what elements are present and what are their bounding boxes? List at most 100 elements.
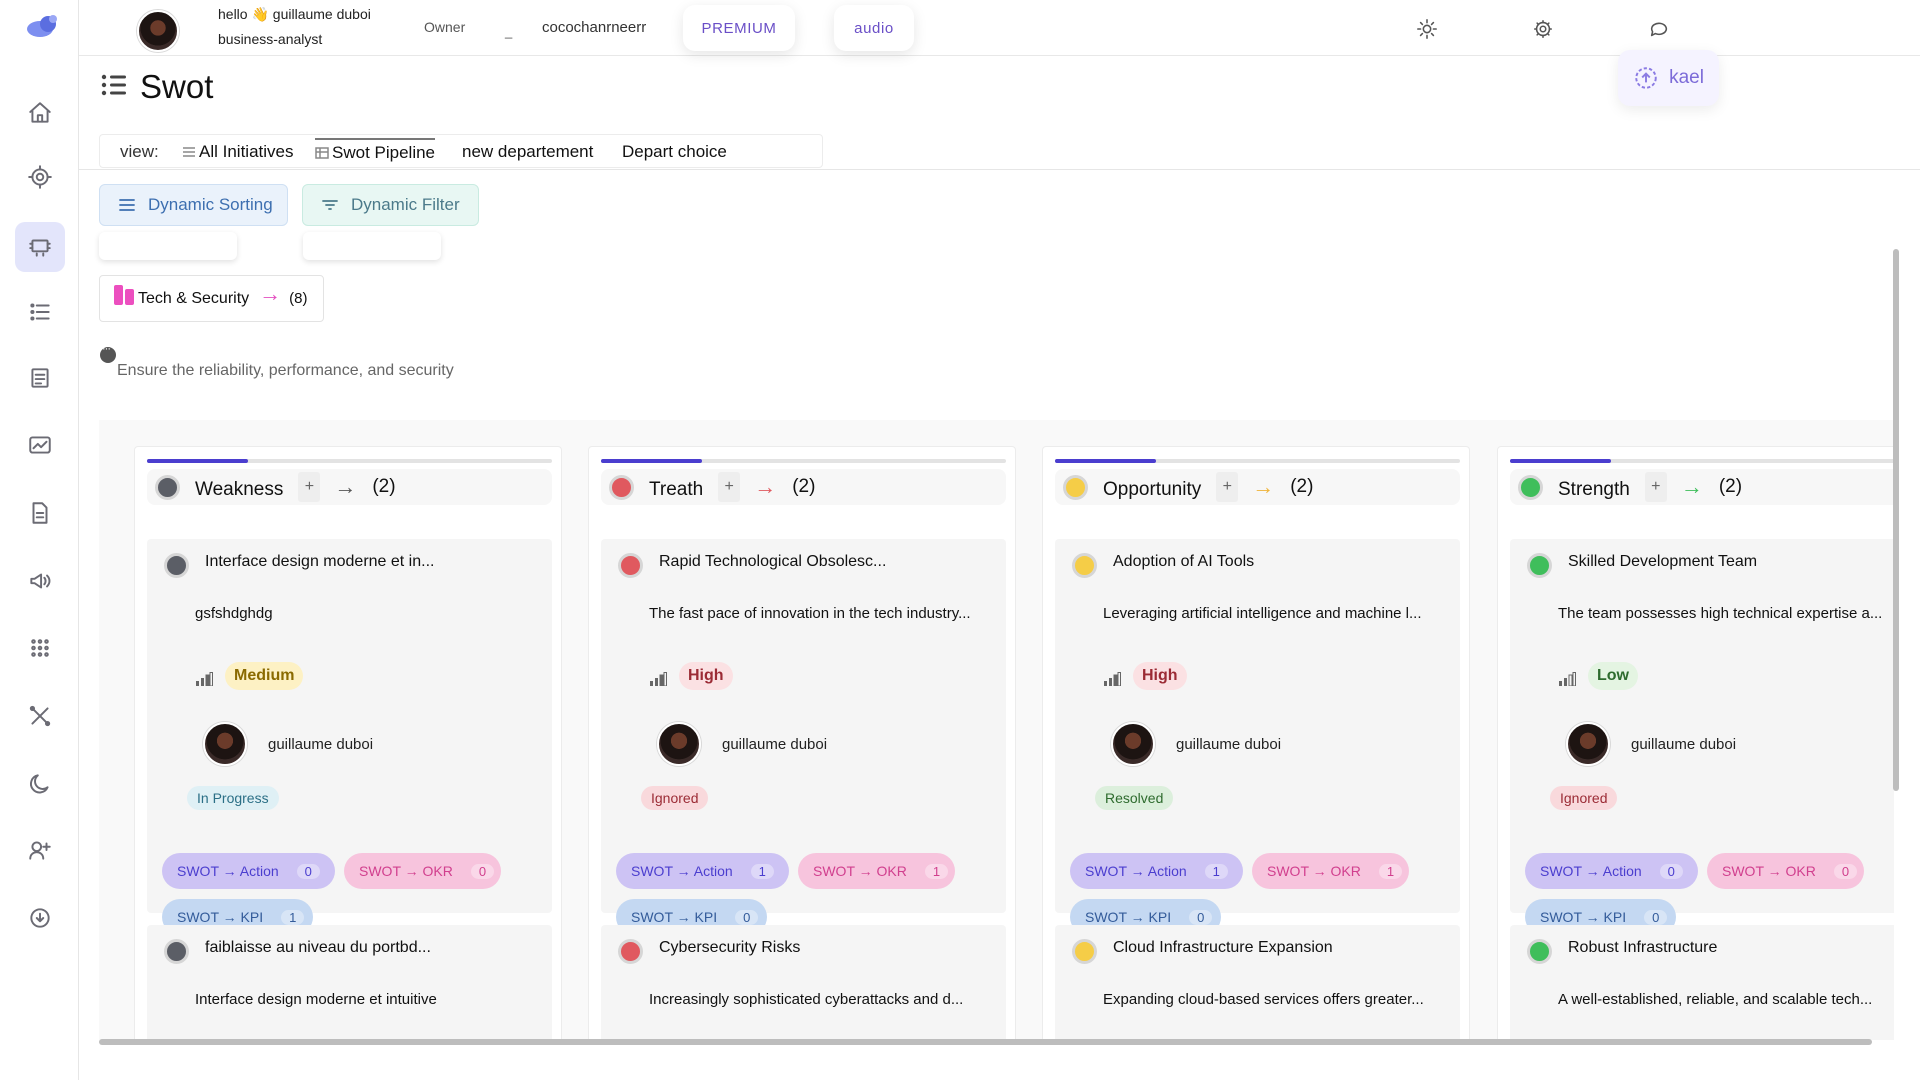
nav-list[interactable] [15, 287, 65, 337]
messages-button[interactable] [1648, 18, 1670, 40]
card-description: A well-established, reliable, and scalab… [1558, 991, 1873, 1008]
dynamic-sorting-button[interactable]: Dynamic Sorting [99, 184, 288, 226]
swot-link-okr[interactable]: SWOT → OKR 0 [344, 853, 501, 889]
theme-toggle[interactable] [1416, 18, 1438, 40]
arrow-right-icon[interactable]: → [1681, 474, 1703, 500]
owner-avatar [1111, 722, 1155, 766]
card-title: Skilled Development Team [1568, 553, 1758, 570]
link-label: SWOT → Action [631, 863, 733, 879]
dynamic-filter-button[interactable]: Dynamic Filter [302, 184, 479, 226]
view-new-departement[interactable]: new departement [462, 142, 593, 162]
arrow-right-icon[interactable]: → [1252, 474, 1274, 500]
swot-card[interactable]: Cloud Infrastructure Expansion Expanding … [1055, 925, 1460, 1040]
add-card-button[interactable]: + [1644, 472, 1667, 502]
separator-dash: _ [505, 24, 513, 39]
card-status-dot [1072, 939, 1097, 964]
owner-name: guillaume duboi [1176, 736, 1282, 753]
arrow-right-icon: → [259, 280, 282, 306]
nav-documents[interactable] [15, 353, 65, 403]
nav-home[interactable] [15, 88, 65, 138]
column-title: Opportunity [1103, 479, 1202, 500]
kael-assistant-button[interactable]: kael [1618, 50, 1719, 106]
nav-board[interactable] [15, 222, 65, 272]
comment-icon[interactable] [100, 343, 116, 363]
swot-card[interactable]: Rapid Technological Obsolesc... The fast … [601, 539, 1006, 935]
page-title: Swot [140, 68, 214, 105]
arrow-right-icon[interactable]: → [334, 474, 356, 500]
column-header: Opportunity + → (2) [1055, 469, 1460, 505]
swot-link-action[interactable]: SWOT → Action 0 [162, 853, 335, 889]
greeting-text: hello 👋 guillaume duboi [218, 6, 371, 22]
swot-link-action[interactable]: SWOT → Action 1 [616, 853, 789, 889]
view-swot-pipeline[interactable]: Swot Pipeline [315, 138, 436, 163]
list-icon [30, 303, 50, 321]
workspace-username: cocochanrneerr [542, 19, 647, 36]
view-depart-choice[interactable]: Depart choice [622, 142, 727, 162]
arrow-right-icon[interactable]: → [754, 474, 776, 500]
home-icon [29, 102, 51, 123]
card-title: Rapid Technological Obsolesc... [659, 553, 887, 570]
nav-announcements[interactable] [15, 556, 65, 606]
nav-goals[interactable] [15, 152, 65, 202]
sort-lines-icon [119, 199, 135, 211]
filter-input[interactable] [303, 232, 441, 260]
nav-files[interactable] [15, 488, 65, 538]
owner-avatar [203, 722, 247, 766]
nav-add-user[interactable] [15, 825, 65, 875]
owner-label: Owner [424, 19, 466, 35]
swot-card[interactable]: Robust Infrastructure A well-established,… [1510, 925, 1894, 1040]
column-title: Weakness [195, 479, 284, 500]
moon-icon [29, 774, 49, 794]
swot-link-action[interactable]: SWOT → Action 1 [1070, 853, 1243, 889]
swot-link-action[interactable]: SWOT → Action 0 [1525, 853, 1698, 889]
sorting-input[interactable] [99, 232, 237, 260]
settings-button[interactable] [1532, 18, 1554, 40]
view-all-initiatives[interactable]: All Initiatives [182, 142, 293, 162]
download-icon [30, 908, 50, 928]
column-count: (2) [372, 476, 396, 497]
link-label: SWOT → OKR [1722, 863, 1816, 879]
group-selector[interactable]: Tech & Security → (8) [99, 275, 324, 322]
horizontal-scrollbar[interactable] [99, 1039, 1872, 1045]
nav-download[interactable] [15, 893, 65, 943]
swot-column-strength: Strength + → (2) Skilled Development Tea… [1497, 446, 1894, 1040]
nav-apps[interactable] [15, 623, 65, 673]
premium-button[interactable]: PREMIUM [683, 5, 795, 51]
audio-button[interactable]: audio [834, 5, 914, 51]
chat-bubble-icon [1650, 22, 1668, 37]
link-label: SWOT → KPI [631, 909, 718, 925]
column-status-dot [1063, 474, 1088, 500]
swot-card[interactable]: Skilled Development Team The team possess… [1510, 539, 1894, 935]
add-card-button[interactable]: + [718, 472, 741, 502]
owner-name: guillaume duboi [1631, 736, 1737, 753]
swot-card[interactable]: Cybersecurity Risks Increasingly sophisti… [601, 925, 1006, 1040]
column-status-dot [1518, 474, 1543, 500]
swot-card[interactable]: Interface design moderne et in... gsfshdg… [147, 539, 552, 935]
upload-circle-icon [1635, 67, 1657, 89]
megaphone-icon [30, 573, 51, 589]
nav-tools[interactable] [15, 691, 65, 741]
vertical-scrollbar[interactable] [1893, 249, 1899, 791]
table-icon [315, 147, 329, 159]
swot-card[interactable]: Adoption of AI Tools Leveraging artificia… [1055, 539, 1460, 935]
link-label: SWOT → Action [1085, 863, 1187, 879]
card-description: The team possesses high technical expert… [1558, 605, 1883, 622]
app-logo-icon[interactable] [26, 14, 60, 38]
column-progress-bar [601, 459, 1006, 463]
swot-link-okr[interactable]: SWOT → OKR 1 [798, 853, 955, 889]
swot-card[interactable]: faiblaisse au niveau du portbd... Interfa… [147, 925, 552, 1040]
swot-link-okr[interactable]: SWOT → OKR 0 [1707, 853, 1864, 889]
link-label: SWOT → OKR [1267, 863, 1361, 879]
nav-dark-mode[interactable] [15, 759, 65, 809]
user-avatar[interactable] [137, 10, 179, 52]
nav-reports[interactable] [15, 420, 65, 470]
tools-icon [29, 705, 51, 727]
swot-link-okr[interactable]: SWOT → OKR 1 [1252, 853, 1409, 889]
column-title: Treath [649, 479, 704, 500]
add-card-button[interactable]: + [298, 472, 321, 502]
link-count: 1 [281, 909, 305, 925]
file-icon [32, 502, 48, 524]
add-card-button[interactable]: + [1216, 472, 1239, 502]
view-all-initiatives-label: All Initiatives [199, 142, 294, 161]
column-status-dot [609, 474, 634, 500]
